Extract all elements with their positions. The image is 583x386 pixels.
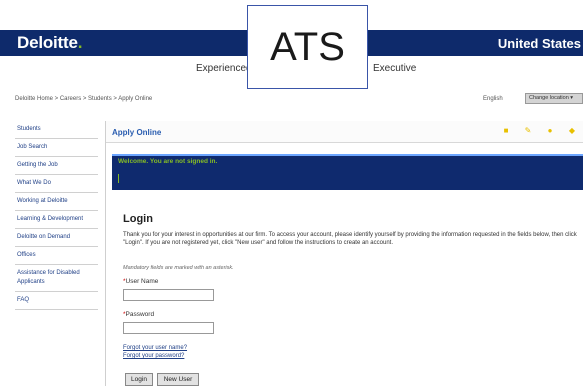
sidebar-item-getting-the-job[interactable]: Getting the Job (15, 157, 98, 175)
edit-icon[interactable]: ✎ (524, 127, 532, 135)
password-input[interactable] (123, 322, 214, 334)
login-description: Thank you for your interest in opportuni… (123, 232, 577, 246)
sidebar-item-learning-development[interactable]: Learning & Development (15, 211, 98, 229)
change-location-button[interactable]: Change location ▾ (525, 93, 583, 104)
forgot-password-link[interactable]: Forgot your password? (123, 353, 184, 359)
sidebar-item-disabled-applicants[interactable]: Assistance for Disabled Applicants (15, 265, 98, 292)
sidebar-item-working-at-deloitte[interactable]: Working at Deloitte (15, 193, 98, 211)
text-cursor (118, 174, 119, 183)
login-heading: Login (123, 213, 153, 225)
sidebar-item-deloitte-on-demand[interactable]: Deloitte on Demand (15, 229, 98, 247)
sidebar-item-job-search[interactable]: Job Search (15, 139, 98, 157)
ats-text: ATS (270, 24, 345, 69)
help-icon[interactable]: ◆ (568, 127, 576, 135)
username-label: *User Name (123, 278, 158, 285)
sidebar-item-what-we-do[interactable]: What We Do (15, 175, 98, 193)
login-button[interactable]: Login (125, 373, 153, 386)
new-user-button[interactable]: New User (157, 373, 199, 386)
user-icon[interactable]: ● (546, 127, 554, 135)
logo-dot: . (77, 33, 83, 52)
mandatory-note: Mandatory fields are marked with an aste… (123, 265, 234, 271)
page-title: Apply Online (112, 128, 162, 137)
content-header: Apply Online ■ ✎ ● ◆ (106, 121, 583, 143)
menu-executive[interactable]: Executive (373, 63, 416, 74)
welcome-banner: Welcome. You are not signed in. (112, 154, 583, 190)
sidebar-item-offices[interactable]: Offices (15, 247, 98, 265)
main-content: Apply Online ■ ✎ ● ◆ Welcome. You are no… (105, 121, 583, 386)
print-icon[interactable]: ■ (502, 127, 510, 135)
menu-experienced[interactable]: Experienced (196, 63, 252, 74)
breadcrumb[interactable]: Deloitte Home > Careers > Students > App… (15, 96, 152, 102)
toolbar-icons: ■ ✎ ● ◆ (502, 127, 576, 135)
username-label-text: User Name (125, 278, 159, 285)
sidebar-nav: Students Job Search Getting the Job What… (15, 121, 98, 310)
sidebar-item-faq[interactable]: FAQ (15, 292, 98, 310)
logo-text: Deloitte (17, 33, 78, 52)
ats-overlay-label: ATS (247, 5, 368, 89)
username-input[interactable] (123, 289, 214, 301)
sidebar-item-students[interactable]: Students (15, 121, 98, 139)
welcome-message: Welcome. You are not signed in. (118, 158, 218, 165)
password-label-text: Password (125, 311, 155, 318)
deloitte-logo[interactable]: Deloitte. (17, 33, 82, 53)
country-label[interactable]: United States (498, 36, 581, 51)
password-label: *Password (123, 311, 154, 318)
language-link[interactable]: English (483, 96, 503, 102)
forgot-username-link[interactable]: Forgot your user name? (123, 345, 187, 351)
